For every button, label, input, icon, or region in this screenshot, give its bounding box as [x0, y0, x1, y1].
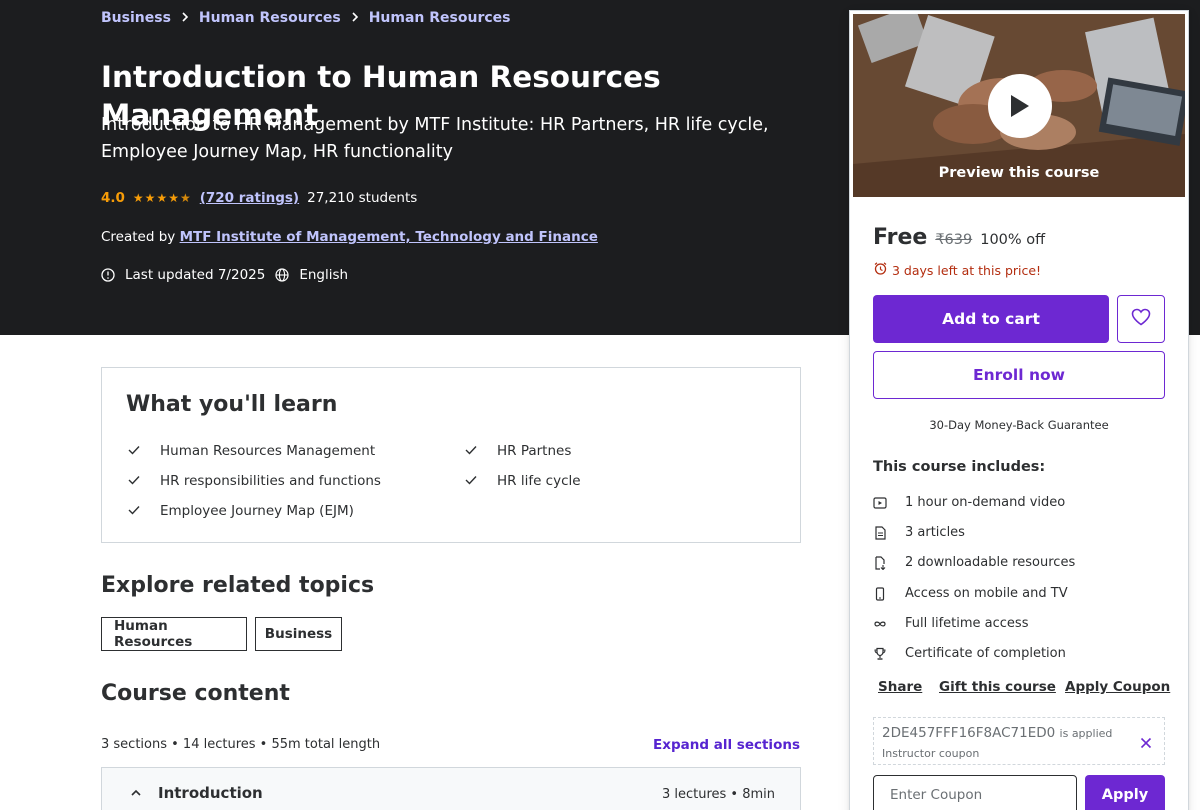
infinity-icon	[873, 619, 905, 629]
what-youll-learn: What you'll learn Human Resources Manage…	[101, 367, 801, 543]
preview-course-label[interactable]: Preview this course	[853, 165, 1185, 181]
alarm-clock-icon	[873, 261, 888, 279]
topic-pill-human-resources[interactable]: Human Resources	[101, 617, 247, 651]
includes-item-text: 3 articles	[905, 525, 965, 540]
learn-item-text: HR life cycle	[497, 473, 581, 489]
learn-item: HR life cycle	[465, 473, 581, 489]
chevron-right-icon	[181, 11, 189, 25]
ratings-count-link[interactable]: (720 ratings)	[200, 190, 299, 206]
includes-item: 2 downloadable resources	[873, 555, 1075, 570]
share-link[interactable]: Share	[878, 679, 922, 695]
current-price: Free	[873, 225, 928, 250]
gift-course-link[interactable]: Gift this course	[939, 679, 1056, 695]
chevron-right-icon	[351, 11, 359, 25]
check-icon	[465, 443, 497, 459]
learn-item-text: HR responsibilities and functions	[160, 473, 381, 489]
created-by-label: Created by	[101, 229, 176, 245]
learn-heading: What you'll learn	[126, 392, 338, 417]
learn-item-text: Employee Journey Map (EJM)	[160, 503, 354, 519]
coupon-type: Instructor coupon	[882, 747, 980, 760]
includes-item-text: Certificate of completion	[905, 646, 1066, 661]
urgency-text: 3 days left at this price!	[892, 262, 1042, 278]
includes-item-text: 2 downloadable resources	[905, 555, 1076, 570]
includes-item: 1 hour on-demand video	[873, 495, 1065, 510]
apply-button[interactable]: Apply	[1085, 775, 1165, 810]
course-language: English	[299, 267, 349, 283]
learn-item: Human Resources Management	[128, 443, 375, 459]
money-back-guarantee: 30-Day Money-Back Guarantee	[929, 418, 1109, 432]
learn-item: Employee Journey Map (EJM)	[128, 503, 354, 519]
mobile-icon	[873, 586, 905, 601]
course-content-heading: Course content	[101, 681, 290, 706]
related-topics-heading: Explore related topics	[101, 573, 375, 598]
expand-all-sections-button[interactable]: Expand all sections	[653, 737, 800, 753]
breadcrumb: Business Human Resources Human Resources	[101, 10, 511, 26]
created-by: Created by MTF Institute of Management, …	[101, 229, 598, 245]
last-updated: Last updated 7/2025	[125, 267, 266, 283]
close-icon[interactable]	[1140, 734, 1152, 753]
instructor-link[interactable]: MTF Institute of Management, Technology …	[180, 229, 598, 245]
chevron-up-icon	[130, 784, 142, 803]
breadcrumb-item-human-resources[interactable]: Human Resources	[199, 10, 341, 26]
applied-coupon: 2DE457FFF16F8AC71ED0 is applied Instruct…	[873, 717, 1165, 765]
includes-item: 3 articles	[873, 525, 965, 540]
course-subtitle: Introduction to HR Management by MTF Ins…	[101, 115, 769, 162]
learn-item-text: HR Partnes	[497, 443, 572, 459]
course-preview[interactable]: Preview this course	[853, 14, 1185, 197]
original-price: ₹639	[935, 232, 973, 248]
course-meta: Last updated 7/2025 English	[101, 267, 348, 283]
includes-item: Access on mobile and TV	[873, 586, 1068, 601]
course-content-summary: 3 sections • 14 lectures • 55m total len…	[101, 737, 381, 752]
section-title: Introduction	[158, 784, 263, 802]
price-row: Free ₹639 100% off	[873, 225, 1045, 250]
learn-item: HR Partnes	[465, 443, 571, 459]
coupon-input[interactable]	[873, 775, 1077, 810]
check-icon	[128, 443, 160, 459]
learn-item: HR responsibilities and functions	[128, 473, 381, 489]
coupon-code: 2DE457FFF16F8AC71ED0	[882, 725, 1056, 741]
apply-coupon-link[interactable]: Apply Coupon	[1065, 679, 1170, 695]
students-count: 27,210 students	[307, 190, 418, 206]
trophy-icon	[873, 647, 905, 661]
alert-clock-icon	[101, 268, 117, 282]
check-icon	[128, 473, 160, 489]
article-icon	[873, 525, 905, 540]
rating-row: 4.0 ★★★★★ (720 ratings) 27,210 students	[101, 190, 417, 206]
section-header[interactable]: Introduction 3 lectures • 8min	[101, 767, 801, 810]
includes-item-text: 1 hour on-demand video	[905, 495, 1066, 510]
check-icon	[128, 503, 160, 519]
play-icon[interactable]	[988, 74, 1052, 138]
coupon-applied-text: is applied	[1059, 727, 1113, 740]
section-info: 3 lectures • 8min	[661, 787, 775, 802]
includes-heading: This course includes:	[873, 459, 1046, 475]
coupon-code-row: 2DE457FFF16F8AC71ED0 is applied	[882, 725, 1112, 741]
add-to-cart-button[interactable]: Add to cart	[873, 295, 1109, 343]
includes-item-text: Full lifetime access	[905, 616, 1029, 631]
discount-percent: 100% off	[980, 232, 1046, 248]
rating-value: 4.0	[101, 190, 125, 206]
star-rating-icon: ★★★★★	[132, 191, 192, 205]
video-icon	[873, 496, 905, 510]
check-icon	[465, 473, 497, 489]
learn-item-text: Human Resources Management	[160, 443, 376, 459]
topic-pill-business[interactable]: Business	[255, 617, 342, 651]
wishlist-button[interactable]	[1117, 295, 1165, 343]
download-file-icon	[873, 555, 905, 570]
breadcrumb-item-human-resources-sub[interactable]: Human Resources	[369, 10, 511, 26]
enroll-now-button[interactable]: Enroll now	[873, 351, 1165, 399]
includes-item: Full lifetime access	[873, 616, 1028, 631]
breadcrumb-item-business[interactable]: Business	[101, 10, 171, 26]
heart-icon	[1131, 308, 1151, 330]
purchase-sidebar: Preview this course Free ₹639 100% off 3…	[849, 10, 1189, 810]
globe-icon	[275, 268, 291, 282]
includes-item-text: Access on mobile and TV	[905, 586, 1068, 601]
includes-item: Certificate of completion	[873, 646, 1066, 661]
price-urgency: 3 days left at this price!	[873, 261, 1041, 279]
